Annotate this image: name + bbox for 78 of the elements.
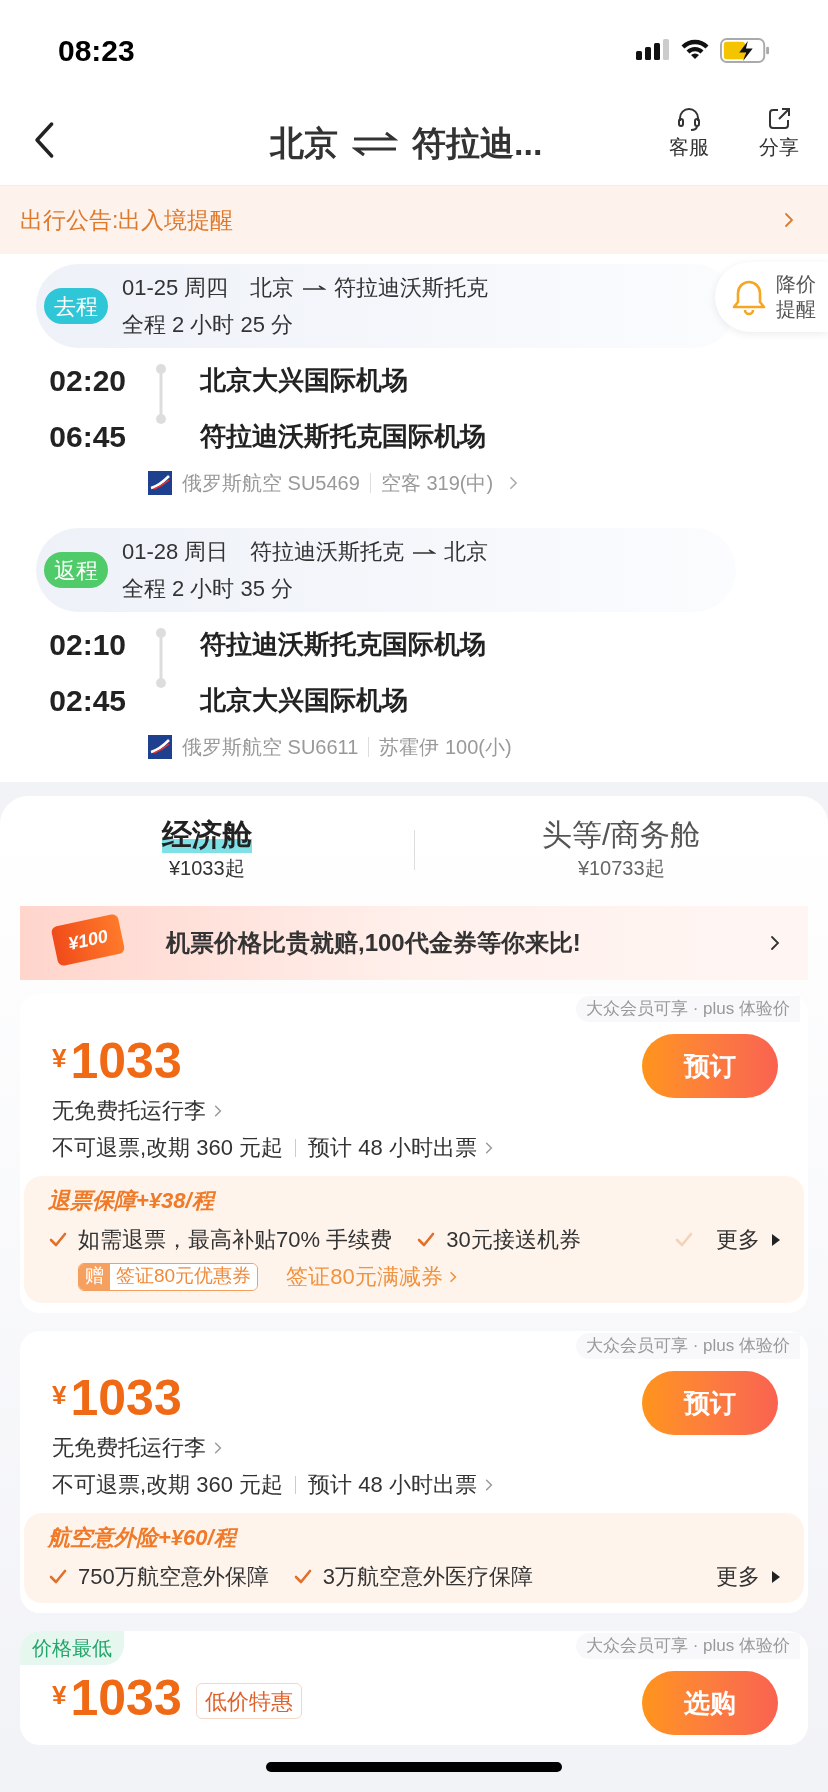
status-time: 08:23 [58,32,135,69]
perk-text: 750万航空意外保障 [78,1563,269,1591]
currency-symbol: ¥ [52,1042,67,1075]
customer-service-button[interactable]: 客服 [654,106,724,162]
share-button[interactable]: 分享 [744,106,814,162]
airline-logo-icon [148,735,172,759]
route-origin: 北京 [250,274,295,302]
swap-icon [352,129,398,158]
baggage-info: 无免费托运行李 [52,1434,206,1462]
addon-title: 航空意外险+¥60/程 [48,1524,239,1552]
arrival-time: 06:45 [48,418,126,455]
compensation-banner[interactable]: ¥100 机票价格比贵就赔,100代金券等你来比! [20,906,808,980]
timeline-line [154,364,168,424]
trip-date: 01-25 周四 [122,274,229,302]
wifi-icon [680,39,710,61]
trip-date: 01-28 周日 [122,538,229,566]
fare-price: 1033 [70,1373,182,1423]
chevron-right-icon [484,1477,493,1492]
arrival-time: 02:45 [48,682,126,719]
trip-duration: 全程 2 小时 35 分 [122,575,295,603]
baggage-info: 无免费托运行李 [52,1097,206,1125]
ticketing-time: 预计 48 小时出票 [308,1471,477,1499]
bell-icon [731,278,767,316]
addon-title: 退票保障+¥38/程 [48,1187,217,1215]
aircraft-type: 空客 319(中) [380,471,494,496]
caret-right-icon [772,1233,780,1246]
fare-price: 1033 [70,1036,182,1086]
title-destination: 符拉迪... [412,123,543,164]
currency-symbol: ¥ [52,1379,67,1412]
caret-right-icon [772,1570,780,1583]
more-button[interactable]: 更多 [674,1223,780,1256]
member-note: 大众会员可享 · plus 体验价 [575,1333,800,1359]
chevron-right-icon [448,1269,457,1284]
airline-logo-icon [148,471,172,495]
trip-tag: 返程 [44,552,108,588]
chevron-right-icon [214,1440,222,1455]
share-icon [766,106,792,132]
battery-icon [720,37,770,63]
departure-time: 02:20 [48,362,126,399]
cabin-tab[interactable]: 头等/商务舱 ¥10733起 [414,817,828,883]
trip-tag: 去程 [44,288,108,324]
gift-coupon-badge: 赠 签证80元优惠券 [78,1262,259,1291]
perk-text: 如需退票，最高补贴70% 手续费 [78,1226,393,1254]
airport-name: 符拉迪沃斯托克国际机场 [200,627,486,661]
perk-text: 3万航空意外医疗保障 [322,1563,533,1591]
chevron-right-icon [484,1140,493,1155]
airport-name: 北京大兴国际机场 [200,683,408,717]
fare-price: 1033 [70,1673,182,1723]
route-origin: 符拉迪沃斯托克 [250,538,405,566]
flight-number: 俄罗斯航空 SU5469 [182,471,360,496]
currency-symbol: ¥ [52,1679,67,1712]
flight-number: 俄罗斯航空 SU6611 [182,735,359,760]
banner-text: 机票价格比贵就赔,100代金券等你来比! [166,928,581,958]
chevron-right-icon [784,212,794,228]
discount-tag: 低价特惠 [195,1683,302,1719]
aircraft-type: 苏霍伊 100(小) [379,735,512,760]
trip-duration: 全程 2 小时 25 分 [122,311,295,339]
airport-name: 符拉迪沃斯托克国际机场 [200,419,486,453]
chevron-right-icon [214,1103,222,1118]
lowest-price-ribbon: 价格最低 [20,1631,124,1665]
more-button[interactable]: 更多 [716,1560,780,1593]
title-origin: 北京 [270,123,338,164]
chevron-right-icon [770,935,780,951]
route-destination: 北京 [444,538,489,566]
refund-rules: 不可退票,改期 360 元起 [52,1134,284,1162]
member-note: 大众会员可享 · plus 体验价 [575,1633,800,1659]
timeline-line [154,628,168,688]
coupon-badge: ¥100 [50,913,126,967]
refund-rules: 不可退票,改期 360 元起 [52,1471,284,1499]
departure-time: 02:10 [48,626,126,663]
member-note: 大众会员可享 · plus 体验价 [575,996,800,1022]
signal-icon [636,39,670,61]
airport-name: 北京大兴国际机场 [200,363,408,397]
price-alert-button[interactable]: 降价提醒 [715,262,828,332]
ticketing-time: 预计 48 小时出票 [308,1134,477,1162]
perk-text: 30元接送机券 [446,1226,581,1254]
headset-icon [676,106,702,132]
route-destination: 符拉迪沃斯托克 [334,274,489,302]
